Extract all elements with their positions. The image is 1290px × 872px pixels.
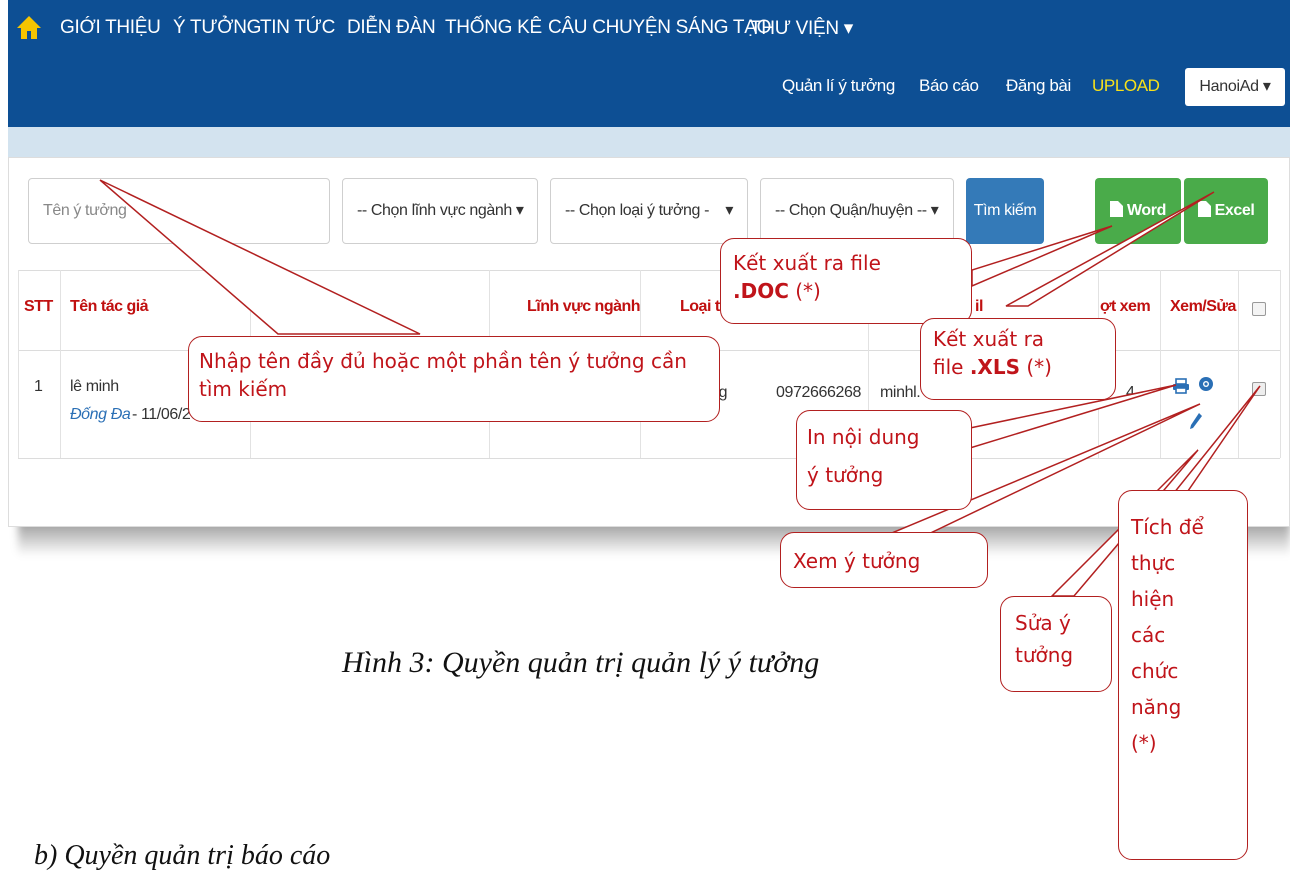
callout-print: In nội dung ý tưởng xyxy=(796,410,972,510)
callout-check-line: Tích để xyxy=(1131,515,1204,539)
callout-xls-prefix: file xyxy=(933,355,970,379)
callout-check-line: các xyxy=(1131,623,1166,647)
callout-doc-line2: .DOC (*) xyxy=(733,277,971,305)
callout-print-line1: In nội dung xyxy=(807,425,920,449)
callout-doc-line1: Kết xuất ra file xyxy=(733,251,881,275)
callout-xls-ext: .XLS xyxy=(969,355,1020,379)
callout-doc-star: (*) xyxy=(788,279,821,303)
callout-xls-line2: file .XLS (*) xyxy=(933,353,1115,381)
callout-pointers xyxy=(99,179,1261,597)
callout-check-line: (*) xyxy=(1131,731,1157,755)
callout-check-line: năng xyxy=(1131,695,1182,719)
callout-export-xls: Kết xuất ra file .XLS (*) xyxy=(920,318,1116,400)
callout-edit-line2: tưởng xyxy=(1015,643,1074,667)
callout-checkbox: Tích để thực hiện các chức năng (*) xyxy=(1118,490,1248,860)
callout-export-doc: Kết xuất ra file .DOC (*) xyxy=(720,238,972,324)
callout-print-line2: ý tưởng xyxy=(807,463,884,487)
pointer-search xyxy=(99,179,421,335)
callout-edit: Sửa ý tưởng xyxy=(1000,596,1112,692)
section-heading: b) Quyền quản trị báo cáo xyxy=(34,840,331,871)
callout-check-line: chức xyxy=(1131,659,1179,683)
callout-view: Xem ý tưởng xyxy=(780,532,988,588)
callout-check-line: thực xyxy=(1131,551,1176,575)
callout-xls-line1: Kết xuất ra xyxy=(933,327,1045,351)
callout-search-help: Nhập tên đầy đủ hoặc một phần tên ý tưởn… xyxy=(188,336,720,422)
callout-edit-line1: Sửa ý xyxy=(1015,611,1071,635)
callout-check-line: hiện xyxy=(1131,587,1175,611)
pointer-doc xyxy=(971,225,1113,288)
callout-doc-ext: .DOC xyxy=(733,279,789,303)
callout-xls-star: (*) xyxy=(1020,355,1052,379)
figure-caption: Hình 3: Quyền quản trị quản lý ý tưởng xyxy=(342,646,820,679)
